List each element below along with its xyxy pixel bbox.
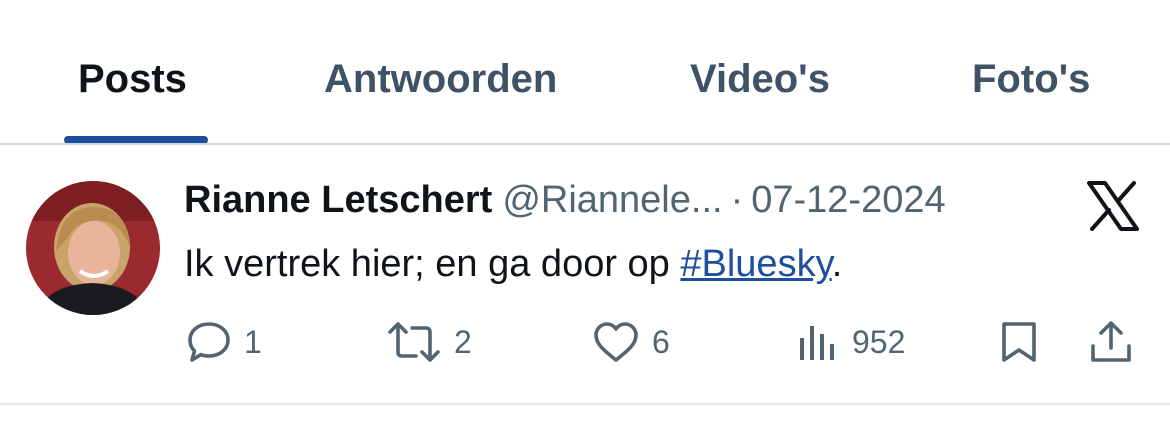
repost-button[interactable]: 2 bbox=[386, 317, 472, 367]
profile-tabs: Posts Antwoorden Video's Foto's bbox=[0, 0, 1170, 145]
post-header: Rianne Letschert @Riannele... · 07-12-2024 bbox=[184, 175, 946, 225]
like-count: 6 bbox=[652, 323, 670, 360]
x-logo-icon bbox=[1086, 181, 1140, 231]
post-date[interactable]: 07-12-2024 bbox=[751, 179, 945, 221]
repost-count: 2 bbox=[454, 323, 472, 360]
tab-posts[interactable]: Posts bbox=[78, 52, 187, 106]
views-button[interactable]: 952 bbox=[796, 317, 905, 367]
post-text-end: . bbox=[831, 243, 843, 285]
author-handle[interactable]: @Riannele... bbox=[502, 179, 722, 221]
views-chart-icon bbox=[800, 326, 834, 360]
heart-icon bbox=[594, 322, 638, 362]
author-name[interactable]: Rianne Letschert bbox=[184, 179, 492, 221]
views-count: 952 bbox=[852, 323, 906, 360]
tab-replies[interactable]: Antwoorden bbox=[324, 52, 557, 106]
tab-videos[interactable]: Video's bbox=[690, 52, 830, 106]
reply-button[interactable]: 1 bbox=[186, 317, 262, 367]
share-button[interactable] bbox=[1088, 317, 1134, 367]
bookmark-icon bbox=[1002, 322, 1036, 362]
repost-icon bbox=[388, 322, 440, 362]
reply-count: 1 bbox=[244, 323, 262, 360]
post[interactable]: Rianne Letschert @Riannele... · 07-12-2024 … bbox=[0, 145, 1170, 405]
header-separator: · bbox=[730, 179, 744, 221]
post-text-body: Ik vertrek hier; en ga door op bbox=[184, 243, 681, 285]
tab-photos[interactable]: Foto's bbox=[972, 52, 1090, 106]
avatar[interactable] bbox=[26, 181, 160, 315]
post-divider bbox=[0, 403, 1170, 405]
avatar-image bbox=[26, 181, 160, 315]
reply-icon bbox=[188, 322, 230, 362]
post-actions: 1 2 6 952 bbox=[0, 317, 1170, 367]
bookmark-button[interactable] bbox=[998, 317, 1040, 367]
share-icon bbox=[1091, 321, 1131, 362]
post-text: Ik vertrek hier; en ga door op #Bluesky. bbox=[184, 239, 842, 289]
like-button[interactable]: 6 bbox=[592, 317, 670, 367]
hashtag-link[interactable]: #Bluesky bbox=[680, 243, 831, 285]
